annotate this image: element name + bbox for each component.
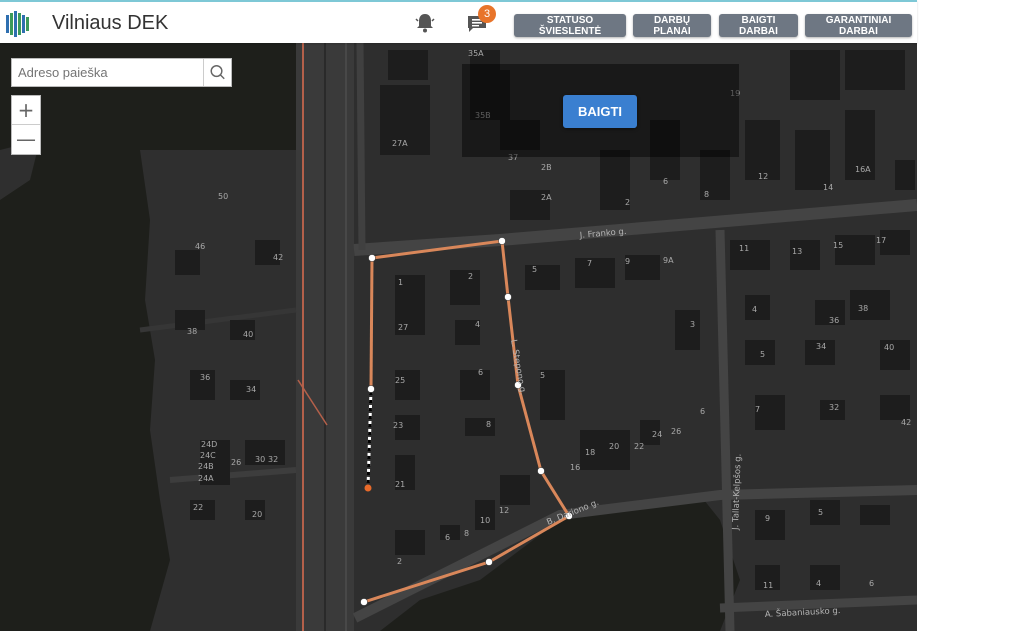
- house-number: 15: [833, 241, 843, 250]
- house-number: 16A: [855, 165, 871, 174]
- house-number: 26: [231, 458, 241, 467]
- zoom-in-button[interactable]: +: [12, 96, 40, 125]
- house-number: 34: [246, 385, 256, 394]
- house-number: 6: [445, 533, 450, 542]
- house-number: 22: [193, 503, 203, 512]
- app-root: Vilniaus DEK 3 STATUSO ŠVIESLENTĖ DARBŲ …: [0, 0, 1024, 631]
- search-icon[interactable]: [203, 59, 231, 86]
- house-number: 2A: [541, 193, 552, 202]
- house-number: 4: [816, 579, 821, 588]
- notification-badge: 3: [478, 5, 496, 23]
- house-number: 11: [763, 581, 773, 590]
- house-number: 18: [585, 448, 595, 457]
- zoom-controls: + —: [11, 95, 41, 155]
- house-number: 26: [671, 427, 681, 436]
- house-number: 23: [393, 421, 403, 430]
- house-number: 24B: [198, 462, 214, 471]
- house-number: 46: [195, 242, 205, 251]
- house-number: 9: [765, 514, 770, 523]
- house-number: 6: [869, 579, 874, 588]
- house-number: 5: [818, 508, 823, 517]
- house-number: 13: [792, 247, 802, 256]
- house-number: 34: [816, 342, 826, 351]
- house-number: 17: [876, 236, 886, 245]
- house-number: 50: [218, 192, 228, 201]
- house-number: 24D: [201, 440, 217, 449]
- finish-button[interactable]: BAIGTI: [563, 95, 637, 128]
- house-number: 1: [398, 278, 403, 287]
- house-number: 3: [690, 320, 695, 329]
- work-plans-button[interactable]: DARBŲ PLANAI: [633, 14, 711, 37]
- house-number: 36: [200, 373, 210, 382]
- house-number: 8: [704, 190, 709, 199]
- house-number: 21: [395, 480, 405, 489]
- house-number: 9A: [663, 256, 674, 265]
- house-number: 8: [464, 529, 469, 538]
- house-number: 14: [823, 183, 833, 192]
- house-number: 32: [268, 455, 278, 464]
- finished-works-button[interactable]: BAIGTI DARBAI: [719, 14, 798, 37]
- house-number: 40: [243, 330, 253, 339]
- house-number: 11: [739, 244, 749, 253]
- house-number: 22: [634, 442, 644, 451]
- house-number: 30: [255, 455, 265, 464]
- house-number: 6: [700, 407, 705, 416]
- house-number: 2: [397, 557, 402, 566]
- house-number: 42: [901, 418, 911, 427]
- house-number: 5: [760, 350, 765, 359]
- map-view[interactable]: J. Franko g. L. Stepono g. B. Dariono g.…: [0, 43, 917, 631]
- house-number: 27A: [392, 139, 408, 148]
- house-number: 36: [829, 316, 839, 325]
- house-number: 6: [663, 177, 668, 186]
- house-number: 12: [758, 172, 768, 181]
- house-number: 32: [829, 403, 839, 412]
- house-number: 24C: [200, 451, 216, 460]
- house-number: 2: [468, 272, 473, 281]
- zoom-out-button[interactable]: —: [12, 125, 40, 154]
- house-number: 7: [587, 259, 592, 268]
- address-search: [11, 58, 232, 87]
- house-number: 12: [499, 506, 509, 515]
- bell-icon[interactable]: [414, 12, 436, 34]
- house-number: 20: [609, 442, 619, 451]
- house-number: 40: [884, 343, 894, 352]
- map-canvas: J. Franko g. L. Stepono g. B. Dariono g.…: [0, 43, 917, 631]
- house-number: 5: [532, 265, 537, 274]
- address-search-input[interactable]: [12, 59, 204, 86]
- house-number: 38: [187, 327, 197, 336]
- top-header: Vilniaus DEK 3 STATUSO ŠVIESLENTĖ DARBŲ …: [0, 0, 917, 43]
- house-number: 38: [858, 304, 868, 313]
- house-number: 42: [273, 253, 283, 262]
- house-number: 24: [652, 430, 662, 439]
- house-number: 24A: [198, 474, 214, 483]
- logo-icon: [6, 11, 29, 37]
- house-number: 8: [486, 420, 491, 429]
- house-number: 6: [478, 368, 483, 377]
- house-number: 2: [625, 198, 630, 207]
- house-number: 27: [398, 323, 408, 332]
- house-number: 5: [540, 371, 545, 380]
- warranty-works-button[interactable]: GARANTINIAI DARBAI: [805, 14, 912, 37]
- house-number: 25: [395, 376, 405, 385]
- house-number: 4: [475, 320, 480, 329]
- house-number: 35A: [468, 49, 484, 58]
- house-number: 4: [752, 305, 757, 314]
- status-board-button[interactable]: STATUSO ŠVIESLENTĖ: [514, 14, 626, 37]
- house-number: 10: [480, 516, 490, 525]
- house-number: 16: [570, 463, 580, 472]
- house-number: 20: [252, 510, 262, 519]
- house-number: 2B: [541, 163, 552, 172]
- app-title: Vilniaus DEK: [52, 12, 169, 34]
- right-blank-area: [917, 0, 1024, 631]
- house-number: 7: [755, 405, 760, 414]
- house-number: 9: [625, 257, 630, 266]
